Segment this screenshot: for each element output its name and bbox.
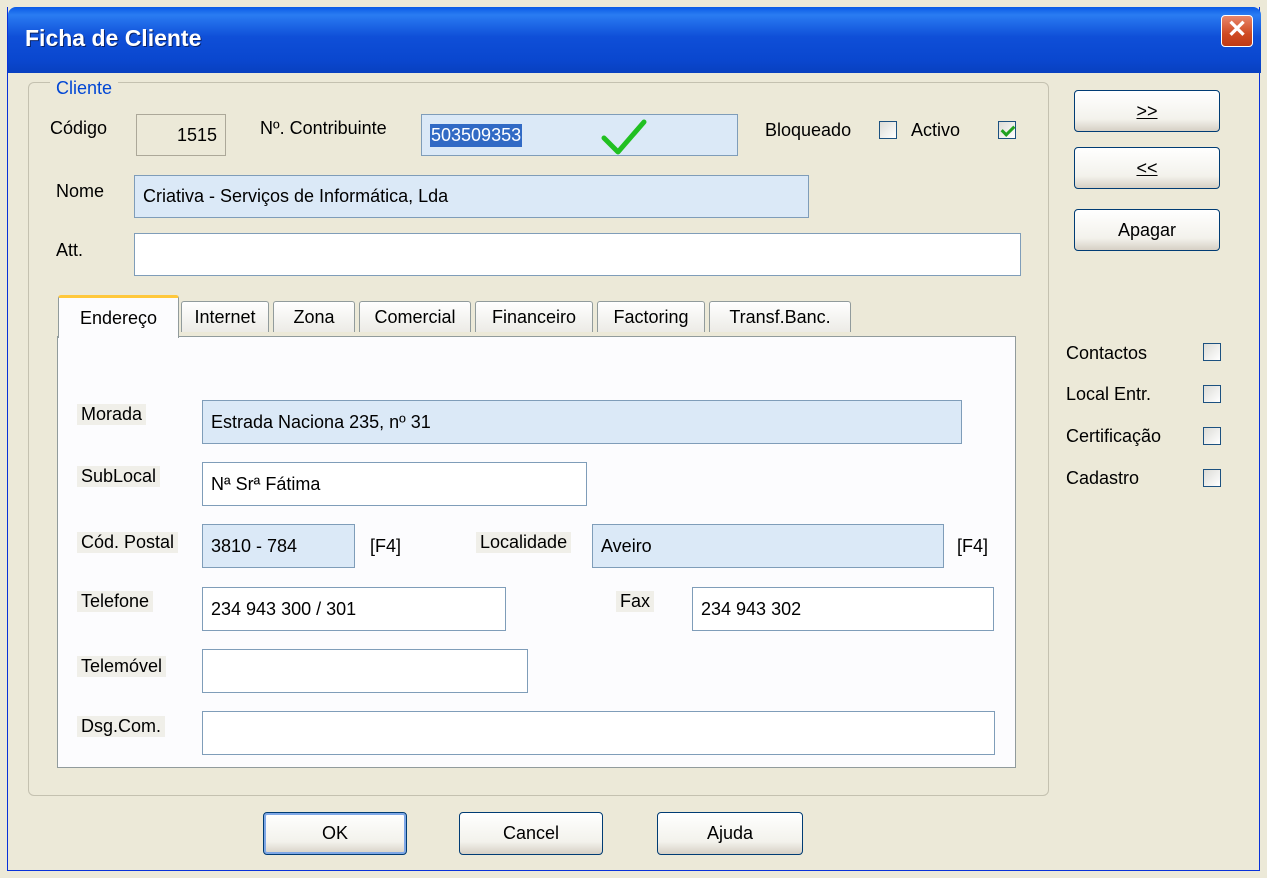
tab-transf-banc[interactable]: Transf.Banc. bbox=[709, 301, 851, 332]
ajuda-button[interactable]: Ajuda bbox=[657, 812, 803, 855]
telemovel-label: Telemóvel bbox=[77, 656, 167, 677]
cod-postal-f4-hint[interactable]: [F4] bbox=[370, 536, 401, 557]
next-button-label: >> bbox=[1136, 100, 1158, 121]
sublocal-label: SubLocal bbox=[77, 466, 161, 487]
tab-comercial[interactable]: Comercial bbox=[359, 301, 471, 332]
activo-label: Activo bbox=[911, 120, 961, 140]
localidade-input[interactable]: Aveiro bbox=[592, 524, 944, 568]
localidade-label: Localidade bbox=[476, 532, 572, 553]
side-check-label-local-entr: Local Entr. bbox=[1066, 384, 1152, 404]
title-bar[interactable]: Ficha de Cliente ✕ bbox=[8, 7, 1261, 73]
prev-button-label: << bbox=[1136, 157, 1158, 178]
nome-input[interactable]: Criativa - Serviços de Informática, Lda bbox=[134, 175, 809, 218]
bloqueado-label: Bloqueado bbox=[765, 120, 852, 140]
tab-internet[interactable]: Internet bbox=[181, 301, 269, 332]
cadastro-checkbox[interactable] bbox=[1203, 469, 1221, 487]
cancel-button-label: Cancel bbox=[502, 823, 560, 843]
tab-endereco[interactable]: Endereço bbox=[58, 295, 179, 338]
side-check-label-contactos: Contactos bbox=[1066, 343, 1148, 363]
contactos-checkbox[interactable] bbox=[1203, 343, 1221, 361]
ajuda-button-label: Ajuda bbox=[706, 823, 754, 843]
local-entr-checkbox[interactable] bbox=[1203, 385, 1221, 403]
localidade-f4-hint[interactable]: [F4] bbox=[957, 536, 988, 557]
codigo-label: Código bbox=[50, 118, 108, 138]
telefone-input[interactable]: 234 943 300 / 301 bbox=[202, 587, 506, 631]
certificacao-checkbox[interactable] bbox=[1203, 427, 1221, 445]
fax-label: Fax bbox=[616, 591, 655, 612]
ok-button[interactable]: OK bbox=[263, 812, 407, 855]
activo-checkbox[interactable] bbox=[998, 121, 1016, 139]
prev-button[interactable]: << bbox=[1074, 147, 1220, 189]
ok-button-label: OK bbox=[321, 823, 348, 843]
contribuinte-value: 503509353 bbox=[430, 123, 523, 147]
codigo-field: 1515 bbox=[136, 114, 226, 156]
cod-postal-input[interactable]: 3810 - 784 bbox=[202, 524, 355, 568]
close-icon: ✕ bbox=[1226, 16, 1248, 43]
telefone-label: Telefone bbox=[77, 591, 154, 612]
close-button[interactable]: ✕ bbox=[1221, 15, 1253, 47]
contribuinte-label: Nº. Contribuinte bbox=[260, 118, 387, 138]
morada-input[interactable]: Estrada Naciona 235, nº 31 bbox=[202, 400, 962, 444]
telemovel-input[interactable] bbox=[202, 649, 528, 693]
fax-input[interactable]: 234 943 302 bbox=[692, 587, 994, 631]
sublocal-input[interactable]: Nª Srª Fátima bbox=[202, 462, 587, 506]
nome-label: Nome bbox=[56, 181, 105, 201]
tab-zona[interactable]: Zona bbox=[273, 301, 355, 332]
morada-label: Morada bbox=[77, 404, 147, 425]
dsg-com-label: Dsg.Com. bbox=[77, 716, 166, 737]
att-input[interactable] bbox=[134, 233, 1021, 276]
tab-financeiro[interactable]: Financeiro bbox=[475, 301, 593, 332]
apagar-button[interactable]: Apagar bbox=[1074, 209, 1220, 251]
apagar-button-label: Apagar bbox=[1117, 219, 1177, 240]
side-check-label-certificacao: Certificação bbox=[1066, 426, 1162, 446]
window-title: Ficha de Cliente bbox=[25, 25, 202, 51]
cancel-button[interactable]: Cancel bbox=[459, 812, 603, 855]
contribuinte-input[interactable]: 503509353 bbox=[421, 114, 738, 156]
att-label: Att. bbox=[56, 240, 84, 260]
check-icon bbox=[601, 119, 647, 155]
dsg-com-input[interactable] bbox=[202, 711, 995, 755]
side-check-label-cadastro: Cadastro bbox=[1066, 468, 1140, 488]
tab-factoring[interactable]: Factoring bbox=[597, 301, 705, 332]
bloqueado-checkbox[interactable] bbox=[879, 121, 897, 139]
cliente-legend: Cliente bbox=[50, 78, 119, 99]
next-button[interactable]: >> bbox=[1074, 90, 1220, 132]
cod-postal-label: Cód. Postal bbox=[77, 532, 179, 553]
